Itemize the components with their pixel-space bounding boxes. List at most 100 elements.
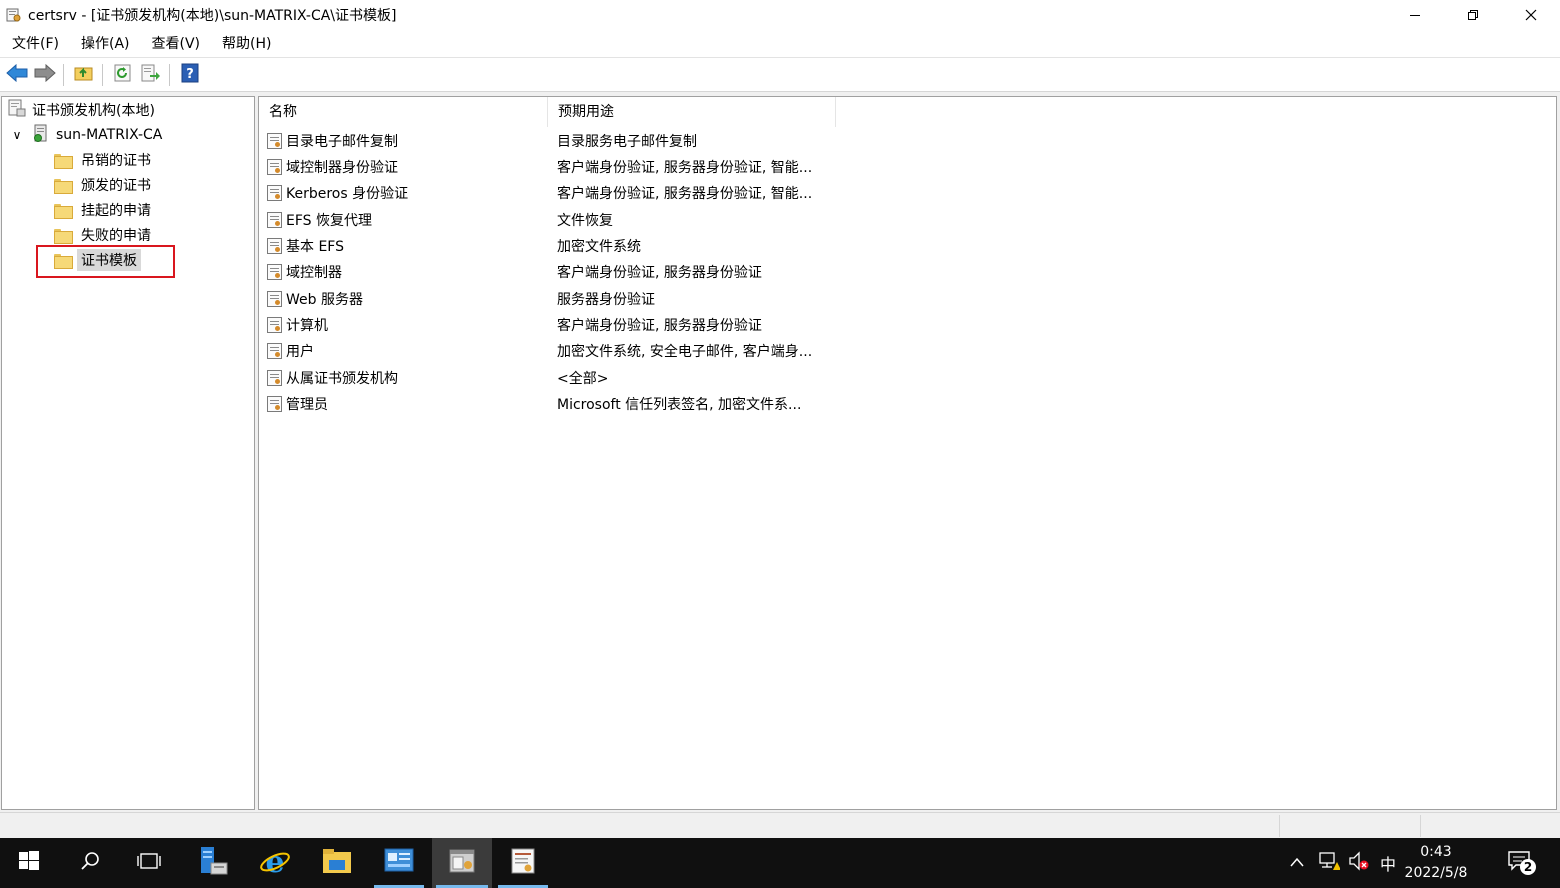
network-status[interactable] [1316, 838, 1342, 888]
certificate-template-icon [267, 212, 282, 228]
search-icon [80, 851, 100, 875]
tree-item-revoked-certificates[interactable]: 吊销的证书 [54, 149, 151, 171]
folder-icon [54, 178, 73, 194]
status-divider [1420, 815, 1421, 837]
list-item[interactable]: 基本 EFS 加密文件系统 [259, 233, 641, 259]
tree-item-issued-certificates[interactable]: 颁发的证书 [54, 174, 151, 196]
back-button[interactable] [4, 62, 30, 88]
tree-item-failed-requests[interactable]: 失败的申请 [54, 224, 151, 246]
system-clock[interactable]: 0:43 2022/5/8 [1400, 842, 1472, 884]
certificate-template-icon [267, 264, 282, 280]
menu-view[interactable]: 查看(V) [140, 30, 211, 58]
template-purpose: 加密文件系统 [557, 239, 641, 255]
task-view-icon [137, 851, 161, 875]
list-item[interactable]: 计算机 客户端身份验证, 服务器身份验证 [259, 312, 762, 338]
start-icon [19, 851, 39, 875]
internet-explorer-button[interactable]: e [246, 838, 304, 888]
list-item[interactable]: Kerberos 身份验证 客户端身份验证, 服务器身份验证, 智能... [259, 180, 812, 206]
template-name: 用户 [286, 344, 314, 360]
search-button[interactable] [61, 838, 119, 888]
certsrv-taskbar-button[interactable] [432, 838, 492, 888]
certificate-template-icon [267, 133, 282, 149]
taskbar: e 中 0:43 2022/5/8 2 [0, 838, 1560, 888]
menu-file[interactable]: 文件(F) [0, 30, 69, 58]
tree-item-ca[interactable]: ∨ sun-MATRIX-CA [10, 124, 162, 146]
close-button[interactable] [1502, 0, 1560, 30]
template-purpose: 客户端身份验证, 服务器身份验证 [557, 265, 762, 281]
control-panel-button[interactable] [370, 838, 428, 888]
clock-date: 2022/5/8 [1404, 865, 1468, 881]
export-list-icon [141, 64, 161, 86]
certsrv-app-icon[interactable] [6, 7, 22, 23]
start-button[interactable] [0, 838, 58, 888]
certification-authority-icon [8, 99, 26, 121]
input-method-indicator[interactable]: 中 [1376, 838, 1400, 888]
action-center-button[interactable]: 2 [1504, 838, 1538, 888]
menu-action[interactable]: 操作(A) [69, 30, 140, 58]
template-purpose: 客户端身份验证, 服务器身份验证, 智能... [557, 186, 813, 202]
certificate-templates-taskbar-button[interactable] [494, 838, 552, 888]
volume-control[interactable] [1346, 838, 1372, 888]
certificate-templates-icon [509, 847, 537, 879]
status-divider [1279, 815, 1280, 837]
template-name: 域控制器身份验证 [286, 160, 398, 176]
list-item[interactable]: EFS 恢复代理 文件恢复 [259, 207, 613, 233]
back-arrow-icon [6, 63, 28, 86]
list-item[interactable]: 用户 加密文件系统, 安全电子邮件, 客户端身... [259, 338, 812, 364]
tree-item-pending-requests[interactable]: 挂起的申请 [54, 199, 151, 221]
minimize-button[interactable] [1386, 0, 1444, 30]
expand-chevron-icon[interactable]: ∨ [10, 128, 24, 142]
file-explorer-button[interactable] [308, 838, 366, 888]
restore-button[interactable] [1444, 0, 1502, 30]
certificate-template-icon [267, 291, 282, 307]
status-bar [0, 812, 1560, 838]
list-item[interactable]: 目录电子邮件复制 目录服务电子邮件复制 [259, 128, 697, 154]
show-hidden-icons-chevron[interactable] [1286, 838, 1308, 888]
certificate-template-icon [267, 317, 282, 333]
task-view-button[interactable] [120, 838, 178, 888]
server-manager-icon [197, 845, 229, 881]
list-item[interactable]: 域控制器身份验证 客户端身份验证, 服务器身份验证, 智能... [259, 154, 812, 180]
internet-explorer-icon: e [259, 845, 291, 881]
template-name: 从属证书颁发机构 [286, 371, 398, 387]
certsrv-icon [446, 846, 478, 880]
forward-button[interactable] [32, 62, 58, 88]
tree-item-label: 证书颁发机构(本地) [32, 103, 155, 119]
template-purpose: <全部> [557, 371, 609, 387]
selection-highlight-box [36, 245, 175, 278]
export-list-button[interactable] [138, 62, 164, 88]
toolbar-separator [63, 63, 64, 86]
forward-arrow-icon [34, 63, 56, 86]
template-purpose: Microsoft 信任列表签名, 加密文件系... [557, 397, 802, 413]
help-button[interactable]: ? [177, 62, 203, 88]
column-header-name[interactable]: 名称 [259, 97, 548, 127]
list-item[interactable]: 从属证书颁发机构 <全部> [259, 365, 608, 391]
tree-item-root[interactable]: 证书颁发机构(本地) [8, 99, 155, 121]
folder-icon [54, 153, 73, 169]
console-tree: 证书颁发机构(本地) ∨ sun-MATRIX-CA 吊销的证书 颁发的证书 挂… [1, 96, 255, 810]
list-item[interactable]: 域控制器 客户端身份验证, 服务器身份验证 [259, 259, 762, 285]
template-name: 目录电子邮件复制 [286, 134, 398, 150]
up-folder-icon [74, 64, 94, 86]
tree-item-label: 挂起的申请 [81, 203, 151, 219]
results-list: 名称 预期用途 目录电子邮件复制 目录服务电子邮件复制 域控制器身份验证 客户端… [258, 96, 1557, 810]
certificate-template-icon [267, 396, 282, 412]
menu-help[interactable]: 帮助(H) [210, 30, 281, 58]
toolbar-separator [169, 63, 170, 86]
tree-item-label: 颁发的证书 [81, 178, 151, 194]
server-manager-button[interactable] [184, 838, 242, 888]
certificate-template-icon [267, 185, 282, 201]
template-name: Kerberos 身份验证 [286, 186, 409, 202]
column-header-intended-purpose[interactable]: 预期用途 [548, 97, 836, 127]
refresh-button[interactable] [110, 62, 136, 88]
list-item[interactable]: 管理员 Microsoft 信任列表签名, 加密文件系... [259, 391, 801, 417]
folder-icon [54, 203, 73, 219]
folder-icon [54, 228, 73, 244]
toolbar-separator [102, 63, 103, 86]
list-item[interactable]: Web 服务器 服务器身份验证 [259, 286, 655, 312]
network-warning-icon [1318, 851, 1341, 875]
svg-text:?: ? [186, 67, 194, 82]
up-one-level-button[interactable] [71, 62, 97, 88]
template-purpose: 客户端身份验证, 服务器身份验证, 智能... [557, 160, 813, 176]
svg-text:e: e [265, 845, 284, 877]
